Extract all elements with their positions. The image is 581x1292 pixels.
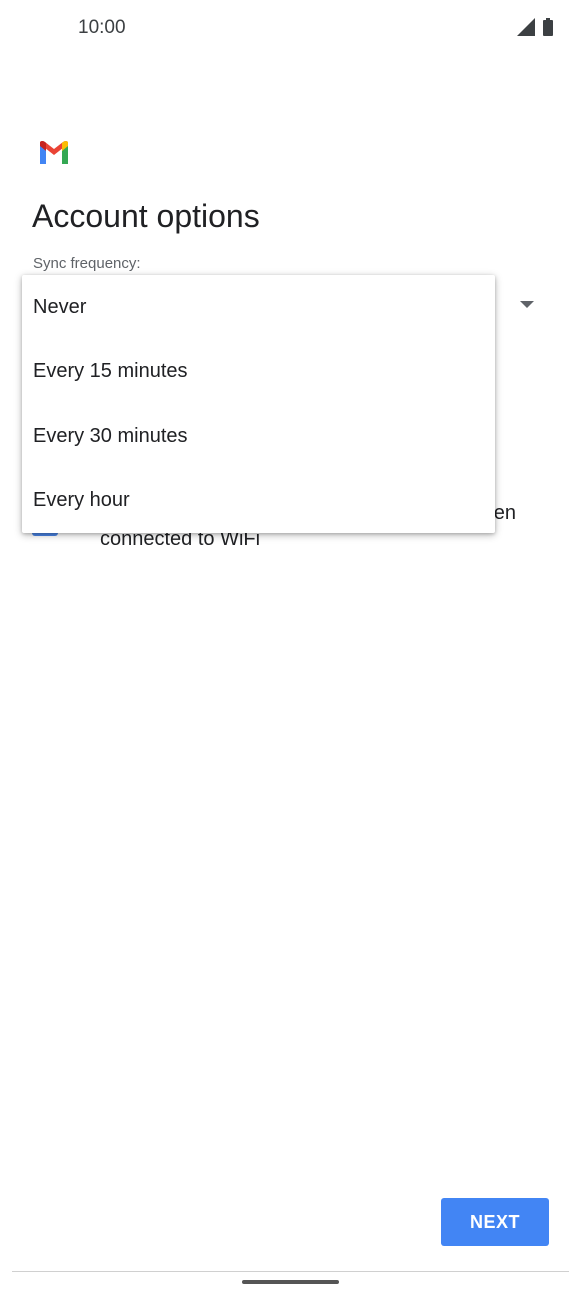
dropdown-option-never[interactable]: Never — [22, 275, 495, 340]
page-title: Account options — [32, 198, 260, 234]
sync-frequency-dropdown-menu: Never Every 15 minutes Every 30 minutes … — [22, 275, 495, 533]
home-indicator[interactable] — [242, 1280, 339, 1284]
signal-icon — [517, 18, 535, 36]
status-bar: 10:00 — [0, 0, 581, 56]
sync-frequency-label: Sync frequency: — [33, 255, 141, 272]
status-icons — [517, 18, 553, 36]
dropdown-arrow-icon[interactable] — [519, 300, 535, 310]
dropdown-option-hour[interactable]: Every hour — [22, 469, 495, 534]
status-time: 10:00 — [78, 17, 126, 38]
dropdown-option-15-minutes[interactable]: Every 15 minutes — [22, 340, 495, 405]
nav-divider — [12, 1271, 569, 1272]
dropdown-option-30-minutes[interactable]: Every 30 minutes — [22, 404, 495, 469]
next-button[interactable]: NEXT — [441, 1198, 549, 1246]
battery-icon — [543, 18, 553, 36]
gmail-logo-icon — [40, 141, 68, 164]
